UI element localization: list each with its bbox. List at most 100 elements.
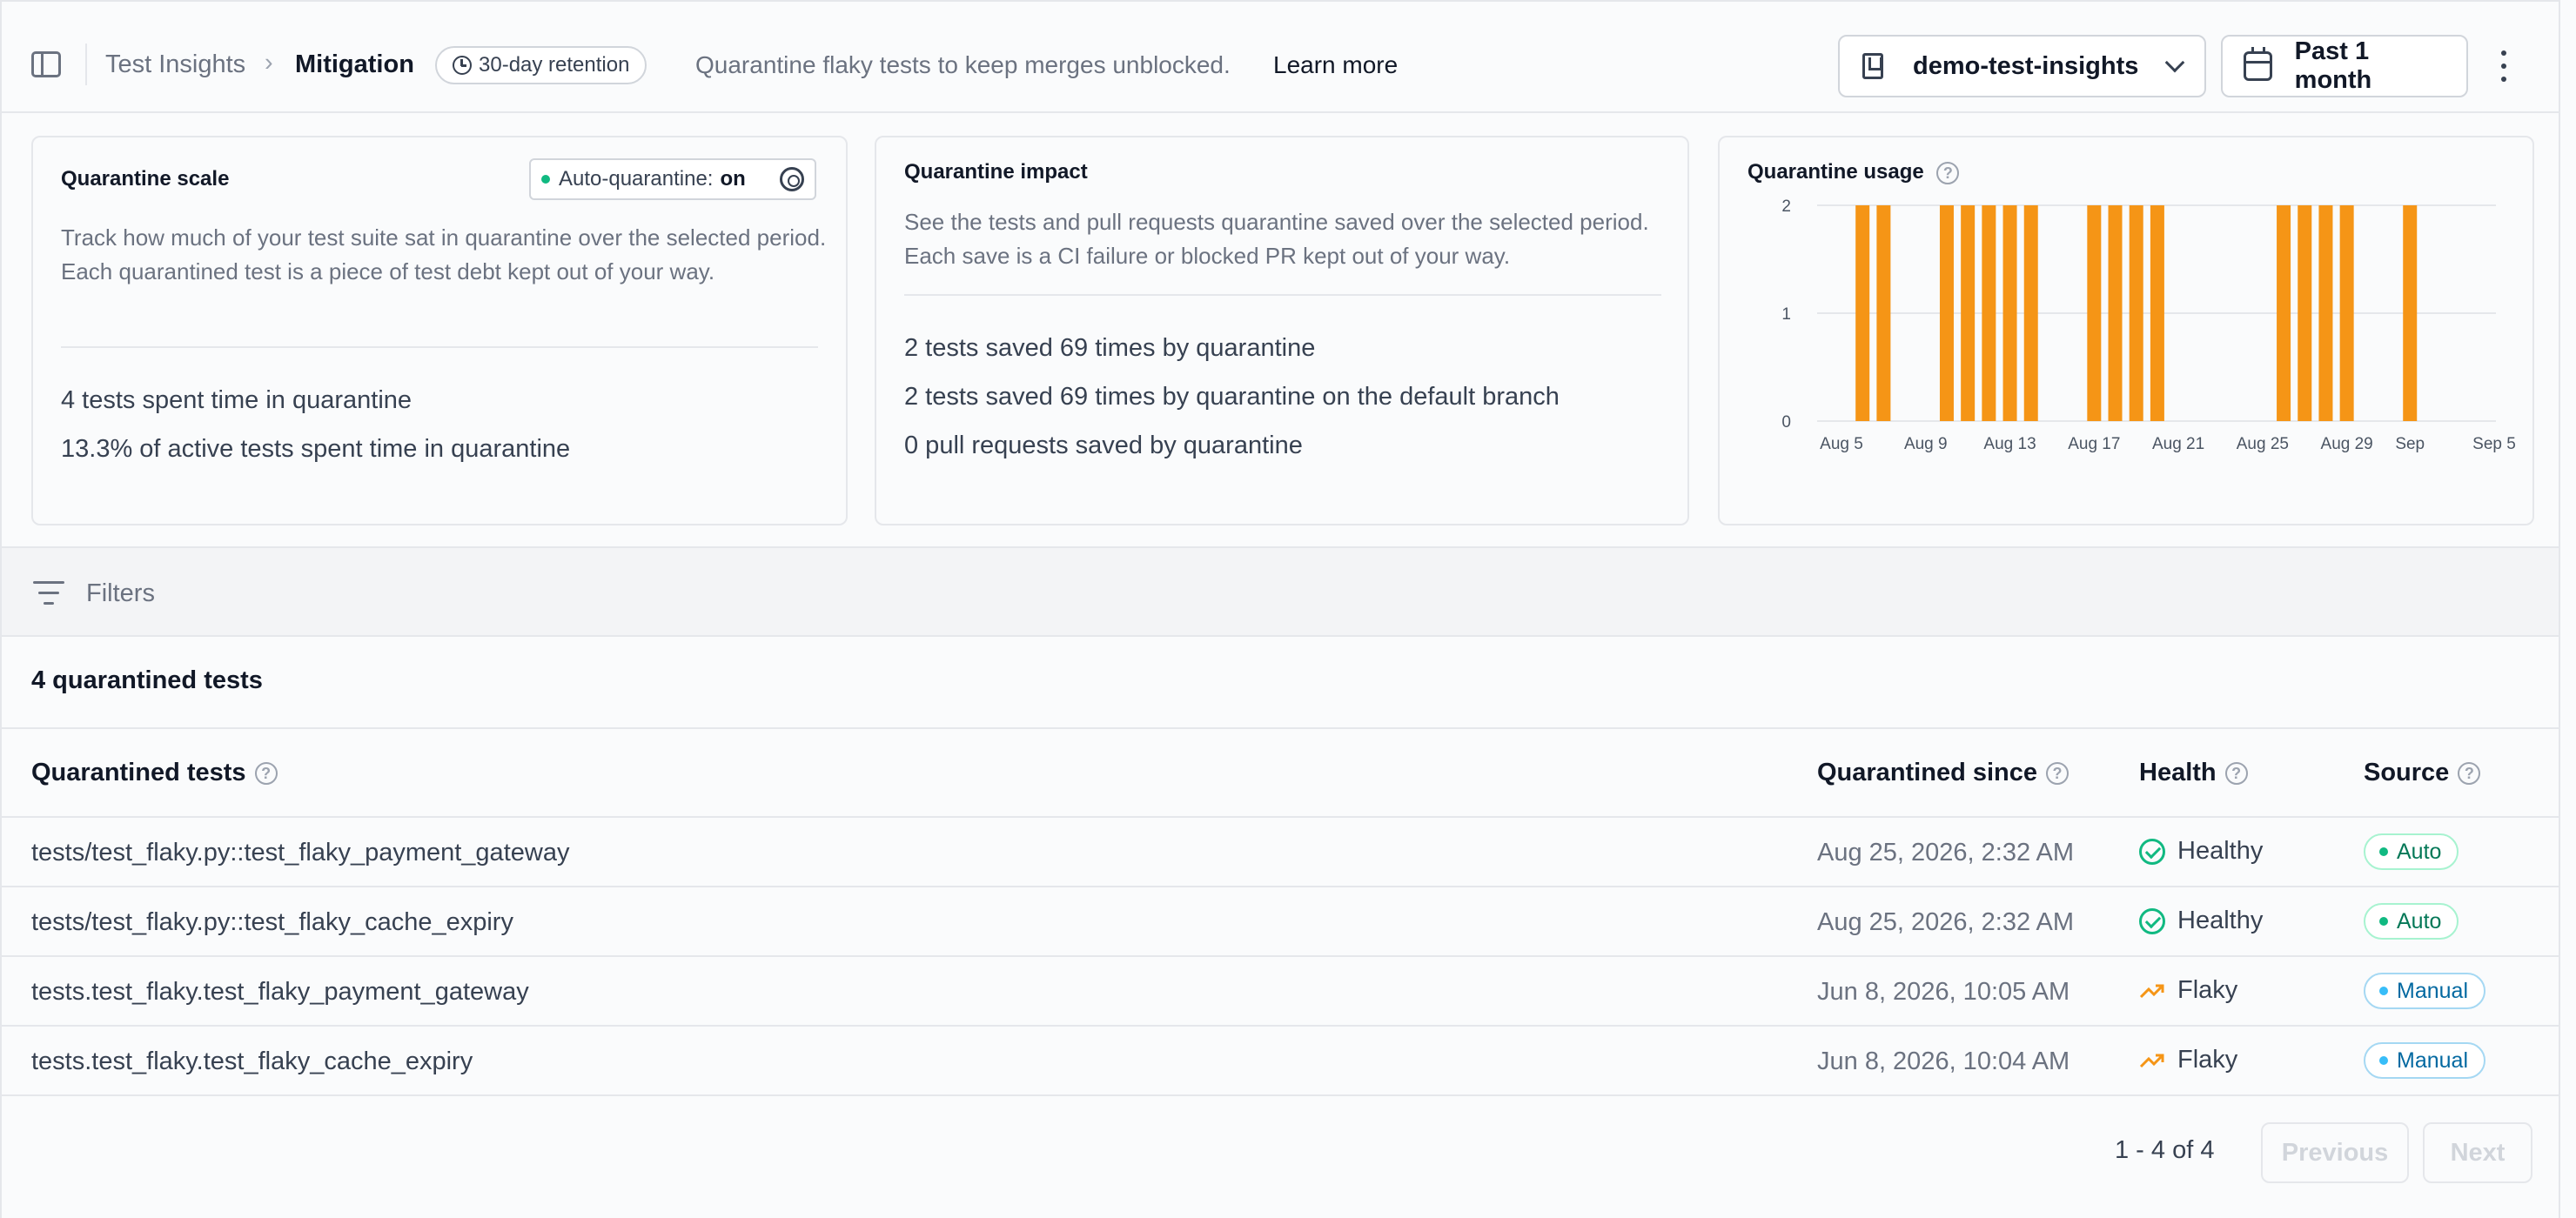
health-status: Healthy <box>2139 907 2263 935</box>
summary-cards: Quarantine scale Auto-quarantine: on Tra… <box>0 113 2560 546</box>
repo-name: demo-test-insights <box>1913 51 2139 80</box>
source-label: Manual <box>2397 978 2468 1003</box>
quarantined-tests-section: 4 quarantined tests Quarantined tests ? … <box>0 637 2560 1218</box>
column-header-tests[interactable]: Quarantined tests ? <box>31 759 278 787</box>
quarantine-impact-card: Quarantine impact See the tests and pull… <box>875 136 1689 525</box>
table-row[interactable]: tests/test_flaky.py::test_flaky_cache_ex… <box>2 887 2559 957</box>
source-badge: Auto <box>2364 903 2459 940</box>
retention-label: 30-day retention <box>479 53 630 77</box>
calendar-icon <box>2244 47 2272 81</box>
learn-more-link[interactable]: Learn more <box>1273 51 1398 79</box>
quarantined-since: Jun 8, 2026, 10:05 AM <box>1817 978 2070 1006</box>
header-divider <box>85 44 87 85</box>
more-options-icon[interactable] <box>2501 50 2506 82</box>
clock-icon <box>453 56 472 75</box>
sidebar-toggle-icon[interactable] <box>31 51 61 77</box>
x-tick-label: Aug 13 <box>1983 435 2036 453</box>
usage-bar <box>2002 205 2017 421</box>
usage-chart: 0 1 2 Aug 5 Aug 9 Aug 13 Aug 17 Aug 21 Aug 25 Aug… <box>1781 197 2516 453</box>
impact-stat: 0 pull requests saved by quarantine <box>904 432 1303 459</box>
help-icon[interactable]: ? <box>254 761 278 785</box>
column-label: Health <box>2139 759 2217 786</box>
usage-bar <box>1961 205 1976 421</box>
usage-bar <box>2150 205 2164 421</box>
quarantined-since: Jun 8, 2026, 10:04 AM <box>1817 1047 2070 1075</box>
quarantined-since: Aug 25, 2026, 2:32 AM <box>1817 908 2075 936</box>
scale-stat: 13.3% of active tests spent time in quar… <box>61 435 571 463</box>
trending-up-icon <box>2139 1054 2164 1067</box>
repo-selector[interactable]: demo-test-insights <box>1838 35 2206 97</box>
card-description: Track how much of your test suite sat in… <box>61 224 827 284</box>
usage-bar <box>2108 205 2123 421</box>
x-tick-label: Aug 9 <box>1904 435 1948 453</box>
x-tick-label: Aug 25 <box>2237 435 2289 453</box>
breadcrumb-test-insights[interactable]: Test Insights <box>105 50 245 79</box>
x-tick-label: Aug 21 <box>2152 435 2204 453</box>
table-header: Quarantined tests ? Quarantined since ? … <box>2 727 2559 818</box>
pagination-info: 1 - 4 of 4 <box>2115 1136 2215 1164</box>
impact-stat: 2 tests saved 69 times by quarantine on … <box>904 383 1560 411</box>
x-tick-label: Sep 5 <box>2472 435 2516 453</box>
usage-bar <box>2298 205 2312 421</box>
next-button[interactable]: Next <box>2423 1122 2532 1183</box>
help-icon[interactable]: ? <box>2224 761 2248 785</box>
usage-bar <box>2023 205 2038 421</box>
test-name[interactable]: tests.test_flaky.test_flaky_payment_gate… <box>31 978 529 1007</box>
test-name[interactable]: tests/test_flaky.py::test_flaky_cache_ex… <box>31 908 513 937</box>
x-tick-label: Aug 5 <box>1820 435 1863 453</box>
help-icon[interactable]: ? <box>2046 761 2070 785</box>
date-range-button[interactable]: Past 1 month <box>2221 35 2468 97</box>
x-tick-label: Sep <box>2395 435 2425 453</box>
usage-bar <box>2339 205 2354 421</box>
y-tick-label: 2 <box>1781 197 1791 216</box>
source-label: Auto <box>2397 839 2442 864</box>
breadcrumb-separator-icon: › <box>265 49 273 77</box>
usage-bar <box>2129 205 2143 421</box>
test-name[interactable]: tests/test_flaky.py::test_flaky_payment_… <box>31 839 569 867</box>
table-row[interactable]: tests.test_flaky.test_flaky_cache_expiry… <box>2 1027 2559 1096</box>
source-badge: Auto <box>2364 833 2459 870</box>
source-badge: Manual <box>2364 973 2485 1009</box>
table-row[interactable]: tests/test_flaky.py::test_flaky_payment_… <box>2 818 2559 887</box>
y-tick-label: 0 <box>1781 413 1791 432</box>
card-title: Quarantine impact <box>904 160 1088 184</box>
column-header-since[interactable]: Quarantined since ? <box>1817 759 2070 787</box>
x-tick-label: Aug 17 <box>2068 435 2120 453</box>
date-range-label: Past 1 month <box>2294 37 2372 94</box>
x-tick-label: Aug 29 <box>2321 435 2373 453</box>
gear-icon[interactable] <box>780 167 804 191</box>
breadcrumb-mitigation: Mitigation <box>295 50 414 78</box>
column-label: Quarantined since <box>1817 759 2038 786</box>
auto-quarantine-value: on <box>720 167 746 191</box>
help-icon[interactable]: ? <box>2458 761 2481 785</box>
scale-stat: 4 tests spent time in quarantine <box>61 386 413 414</box>
filters-button[interactable]: Filters <box>86 579 155 608</box>
health-label: Healthy <box>2177 837 2264 865</box>
impact-stat: 2 tests saved 69 times by quarantine <box>904 334 1316 362</box>
page-tagline: Quarantine flaky tests to keep merges un… <box>695 51 1231 78</box>
health-status: Flaky <box>2139 1046 2237 1074</box>
quarantined-since: Aug 25, 2026, 2:32 AM <box>1817 839 2075 867</box>
column-label: Quarantined tests <box>31 759 246 786</box>
health-label: Flaky <box>2177 976 2238 1004</box>
table-row[interactable]: tests.test_flaky.test_flaky_payment_gate… <box>2 957 2559 1027</box>
auto-quarantine-label: Auto-quarantine: <box>559 167 714 191</box>
column-header-health[interactable]: Health ? <box>2139 759 2248 787</box>
status-dot-icon <box>541 175 550 184</box>
auto-quarantine-toggle[interactable]: Auto-quarantine: on <box>529 158 816 200</box>
check-circle-icon <box>2139 838 2165 865</box>
column-header-source[interactable]: Source ? <box>2364 759 2481 787</box>
usage-bar <box>2403 205 2418 421</box>
usage-bar <box>1876 205 1891 421</box>
source-badge: Manual <box>2364 1042 2485 1079</box>
usage-bar <box>2318 205 2333 421</box>
filter-icon[interactable] <box>33 581 64 606</box>
check-circle-icon <box>2139 907 2165 934</box>
source-label: Manual <box>2397 1047 2468 1073</box>
repo-book-icon <box>1862 53 1883 79</box>
table-count: 4 quarantined tests <box>31 666 263 694</box>
top-header: Test Insights › Mitigation 30-day retent… <box>0 0 2560 113</box>
previous-button[interactable]: Previous <box>2261 1122 2409 1183</box>
test-name[interactable]: tests.test_flaky.test_flaky_cache_expiry <box>31 1047 473 1076</box>
trending-up-icon <box>2139 984 2164 998</box>
